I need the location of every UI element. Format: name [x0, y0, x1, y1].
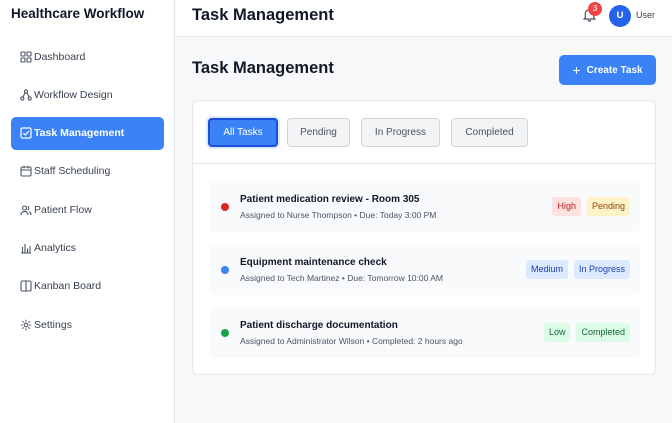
sidebar-nav: Dashboard Workflow Design Task Managemen…	[11, 40, 164, 346]
sidebar-item-settings[interactable]: Settings	[11, 308, 164, 341]
task-row[interactable]: Patient discharge documentation Assigned…	[209, 307, 640, 358]
users-icon	[19, 203, 33, 217]
sidebar-item-label: Dashboard	[34, 50, 86, 63]
task-row[interactable]: Patient medication review - Room 305 Ass…	[209, 181, 640, 232]
header-title: Task Management	[192, 6, 334, 24]
status-badge: Pending	[586, 197, 630, 216]
priority-dot	[221, 266, 229, 274]
page-title: Task Management	[192, 59, 334, 77]
task-panel: All Tasks Pending In Progress Completed …	[192, 100, 656, 375]
sidebar-item-kanban-board[interactable]: Kanban Board	[11, 270, 164, 303]
top-bar: Task Management 3 U User	[176, 0, 672, 37]
workflow-icon	[19, 88, 33, 102]
sidebar-item-label: Kanban Board	[34, 280, 102, 293]
task-row[interactable]: Equipment maintenance check Assigned to …	[209, 244, 640, 295]
priority-badge: Low	[543, 323, 571, 342]
sidebar-item-staff-scheduling[interactable]: Staff Scheduling	[11, 155, 164, 188]
sidebar-item-task-management[interactable]: Task Management	[11, 116, 164, 150]
gear-icon	[19, 318, 33, 332]
status-badge: Completed	[576, 323, 630, 342]
notification-count-badge: 3	[588, 2, 602, 16]
check-square-icon	[19, 126, 33, 140]
sidebar-item-label: Settings	[34, 318, 72, 331]
create-task-button[interactable]: + Create Task	[559, 55, 656, 85]
user-name[interactable]: User	[636, 10, 655, 20]
grid-icon	[19, 50, 33, 64]
plus-icon: +	[572, 62, 581, 78]
filter-in-progress[interactable]: In Progress	[361, 118, 440, 147]
avatar[interactable]: U	[609, 5, 631, 27]
sidebar-item-analytics[interactable]: Analytics	[11, 231, 164, 264]
priority-badge: Medium	[525, 260, 568, 279]
sidebar-item-workflow-design[interactable]: Workflow Design	[11, 78, 164, 111]
task-title: Equipment maintenance check	[240, 257, 387, 268]
app-brand: Healthcare Workflow	[11, 6, 145, 21]
task-meta: Assigned to Administrator Wilson • Compl…	[240, 336, 463, 346]
filter-pending[interactable]: Pending	[287, 118, 350, 147]
task-title: Patient medication review - Room 305	[240, 194, 420, 205]
filter-tabs: All Tasks Pending In Progress Completed	[193, 101, 655, 164]
sidebar-item-dashboard[interactable]: Dashboard	[11, 40, 164, 73]
calendar-icon	[19, 164, 33, 178]
task-meta: Assigned to Nurse Thompson • Due: Today …	[240, 210, 437, 220]
priority-badge: High	[552, 197, 581, 216]
task-meta: Assigned to Tech Martinez • Due: Tomorro…	[240, 273, 443, 283]
sidebar-item-label: Analytics	[34, 241, 77, 254]
sidebar: Healthcare Workflow Dashboard Workflow D…	[0, 0, 175, 423]
sidebar-item-label: Staff Scheduling	[34, 165, 111, 178]
status-badge: In Progress	[573, 260, 630, 279]
task-title: Patient discharge documentation	[240, 320, 398, 331]
bar-chart-icon	[19, 241, 33, 255]
columns-icon	[19, 279, 33, 293]
create-task-label: Create Task	[586, 64, 643, 76]
priority-dot	[221, 329, 229, 337]
sidebar-item-label: Task Management	[34, 127, 125, 140]
priority-dot	[221, 203, 229, 211]
sidebar-item-patient-flow[interactable]: Patient Flow	[11, 193, 164, 226]
filter-completed[interactable]: Completed	[451, 118, 528, 147]
sidebar-item-label: Patient Flow	[34, 203, 92, 216]
filter-all-tasks[interactable]: All Tasks	[208, 118, 278, 147]
sidebar-item-label: Workflow Design	[34, 88, 113, 101]
